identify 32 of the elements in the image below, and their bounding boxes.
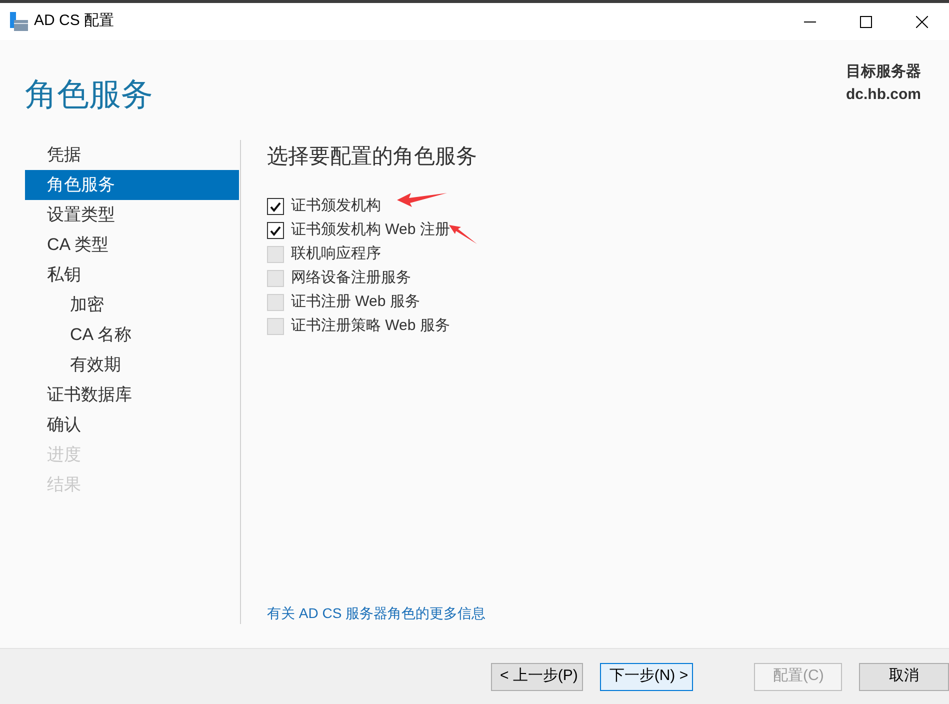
role-label: 联机响应程序: [291, 244, 381, 264]
checkmark-icon: [270, 202, 281, 212]
checkmark-icon: [270, 226, 281, 236]
sidebar-item[interactable]: 私钥: [25, 260, 239, 290]
window-title: AD CS 配置: [34, 11, 114, 32]
sidebar-item[interactable]: 凭据: [25, 140, 239, 170]
sidebar-item[interactable]: CA 类型: [25, 230, 239, 260]
close-icon: [916, 16, 928, 28]
checkbox[interactable]: [267, 222, 284, 239]
section-heading: 选择要配置的角色服务: [267, 144, 478, 170]
sidebar-item[interactable]: CA 名称: [25, 320, 239, 350]
target-server-name: dc.hb.com: [846, 85, 921, 105]
role-label: 证书注册 Web 服务: [291, 292, 420, 312]
target-server-label: 目标服务器: [846, 62, 921, 82]
role-label: 证书颁发机构: [291, 196, 381, 216]
wizard-button[interactable]: 取消: [859, 662, 949, 690]
more-info-link[interactable]: 有关 AD CS 服务器角色的更多信息: [267, 603, 486, 624]
maximize-icon: [860, 16, 872, 28]
checkbox[interactable]: [267, 198, 284, 215]
sidebar-item[interactable]: 加密: [25, 290, 239, 320]
server-icon: [9, 12, 29, 32]
sidebar-item[interactable]: 证书数据库: [25, 380, 239, 410]
role-label: 网络设备注册服务: [291, 268, 411, 288]
wizard-button[interactable]: < 上一步(P): [491, 662, 584, 690]
role-label: 证书注册策略 Web 服务: [291, 316, 450, 336]
sidebar-item[interactable]: 确认: [25, 410, 239, 440]
page-title: 角色服务: [25, 75, 153, 114]
sidebar-item[interactable]: 有效期: [25, 350, 239, 380]
role-label: 证书颁发机构 Web 注册: [291, 220, 450, 240]
sidebar-item[interactable]: 设置类型: [25, 200, 239, 230]
sidebar-item[interactable]: 角色服务: [25, 170, 239, 200]
wizard-button[interactable]: 下一步(N) >: [600, 662, 694, 690]
